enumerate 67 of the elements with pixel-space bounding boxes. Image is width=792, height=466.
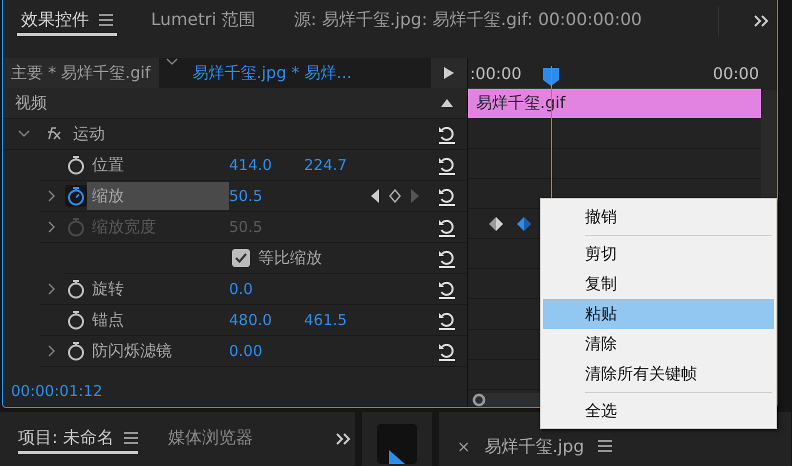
chevron-down-icon[interactable] [18,130,30,138]
property-label: 锚点 [91,308,125,330]
menu-icon[interactable] [99,14,113,26]
effect-label: 运动 [73,124,105,144]
scroll-handle-icon[interactable] [472,393,486,408]
menu-item[interactable]: 粘贴 [543,299,774,329]
stopwatch-icon[interactable] [65,154,87,176]
panel-tab[interactable]: 源: 易烊千玺.jpg: 易烊千玺.gif: 00:00:00:00 [290,6,646,36]
stopwatch-icon[interactable] [65,185,87,207]
reset-icon[interactable] [437,248,457,268]
chevron-right-icon[interactable] [48,345,56,357]
checkbox[interactable] [232,249,250,267]
checkbox-label: 等比缩放 [258,248,322,268]
cursor-icon [389,450,405,464]
reset-icon[interactable] [437,124,457,144]
menu-item[interactable]: 清除 [543,329,774,359]
menu-item[interactable]: 复制 [543,269,774,299]
menu-icon[interactable] [124,432,138,444]
ruler-time: :00:00 [470,64,522,83]
property-value[interactable]: 0.00 [229,342,304,360]
menu-item[interactable]: 剪切 [543,239,774,269]
double-chevron-icon[interactable] [335,433,351,445]
property-label: 位置 [91,154,125,176]
double-chevron-icon[interactable] [753,15,769,27]
close-tab-button[interactable]: × [457,436,470,456]
reset-icon[interactable] [437,341,457,361]
property-value[interactable]: 480.0 [229,311,304,329]
property-label: 旋转 [91,278,125,300]
ruler-time: 00:00 [712,64,759,83]
section-label: 视频 [14,92,47,114]
reset-icon[interactable] [437,217,457,237]
chevron-down-icon[interactable] [166,58,178,66]
panel-tab[interactable]: Lumetri 范围 [147,6,260,36]
previous-keyframe-icon[interactable] [371,189,379,203]
reset-icon[interactable] [437,186,457,206]
stopwatch-icon[interactable] [65,278,87,300]
property-value[interactable]: 50.5 [229,187,304,205]
property-value[interactable]: 0.0 [229,280,304,298]
menu-item[interactable]: 清除所有关键帧 [543,359,774,389]
property-value[interactable]: 224.7 [304,156,379,174]
property-value[interactable]: 461.5 [304,311,379,329]
playhead-icon[interactable] [543,68,559,86]
timecode[interactable]: 00:00:01:12 [3,375,467,407]
property-label: 缩放 [87,182,229,210]
play-icon[interactable] [444,67,454,79]
menu-item[interactable]: 撤销 [543,202,774,232]
property-value[interactable]: 414.0 [229,156,304,174]
reset-icon[interactable] [437,155,457,175]
keyframe-icon[interactable] [488,216,504,232]
sequence-tab[interactable]: 易烊千玺.jpg [484,434,584,458]
add-keyframe-icon[interactable] [389,189,401,203]
stopwatch-icon[interactable] [65,340,87,362]
panel-tab[interactable]: 媒体浏览器 [168,424,254,454]
collapse-icon[interactable] [441,99,453,107]
menu-item[interactable]: 全选 [543,396,774,426]
stopwatch-icon[interactable] [65,309,87,331]
menu-icon[interactable] [598,440,612,452]
keyframe-icon[interactable] [516,216,532,232]
selection-tool-button[interactable] [377,424,417,464]
chevron-right-icon[interactable] [48,190,56,202]
panel-tab[interactable]: 项目: 未命名 [18,424,138,454]
property-label: 防闪烁滤镜 [91,340,173,362]
reset-icon[interactable] [437,279,457,299]
clip-tab[interactable]: 主要 * 易烊千玺.gif [3,58,158,88]
chevron-right-icon[interactable] [48,283,56,295]
reset-icon[interactable] [437,310,457,330]
panel-tab[interactable]: 效果控件 [17,6,117,36]
